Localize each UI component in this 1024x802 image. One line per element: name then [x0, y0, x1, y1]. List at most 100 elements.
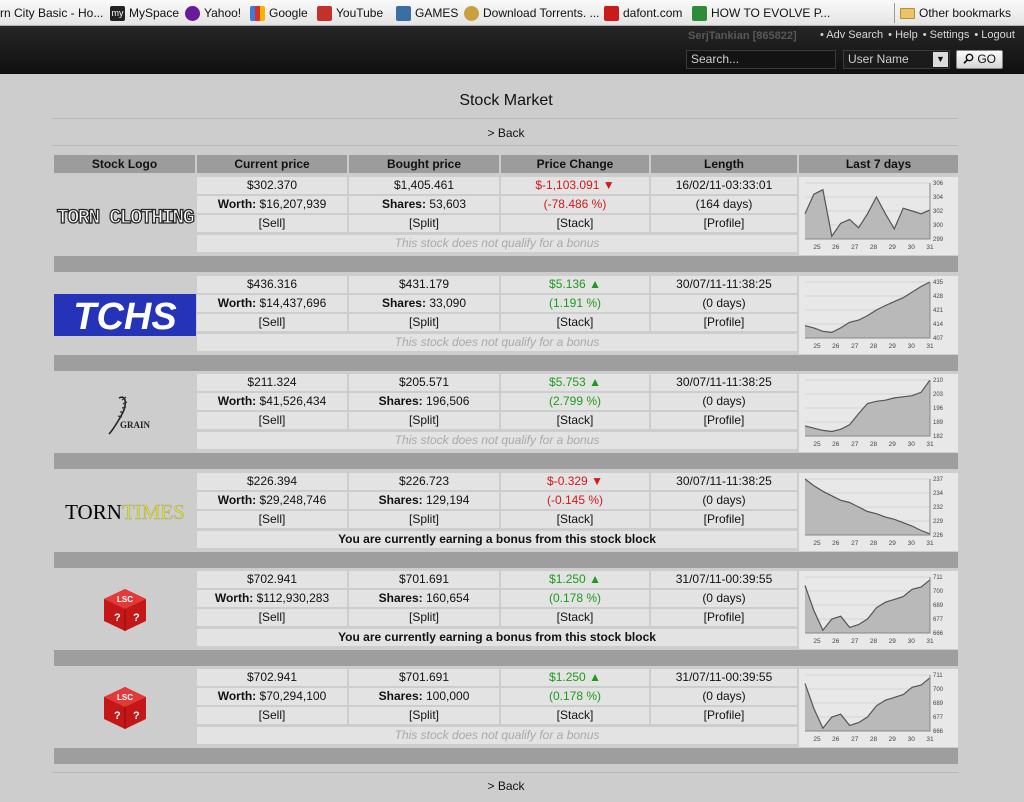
split-link[interactable]: [Split]: [349, 609, 499, 626]
other-bookmarks[interactable]: Other bookmarks: [900, 4, 1011, 22]
back-link[interactable]: > Back: [54, 126, 958, 140]
sparkline-area: [805, 677, 930, 731]
length-days: (0 days): [651, 492, 797, 509]
bonus-status: You are currently earning a bonus from t…: [197, 531, 797, 548]
split-link[interactable]: [Split]: [349, 511, 499, 528]
price-change-percent: (0.178 %): [548, 591, 602, 605]
back-link-bottom[interactable]: > Back: [54, 779, 958, 793]
stock-block: TORN CLOTHING $302.370 Worth: $16,207,93…: [54, 177, 958, 255]
adv-search-link[interactable]: • Adv Search: [820, 29, 883, 41]
shares: Shares: 196,506: [349, 393, 499, 410]
profile-link[interactable]: [Profile]: [651, 511, 797, 528]
bookmark-youtube[interactable]: YouTube: [317, 4, 383, 22]
stack-link[interactable]: [Stack]: [501, 609, 649, 626]
bookmark-myspace[interactable]: my MySpace: [110, 4, 179, 22]
split-link[interactable]: [Split]: [349, 314, 499, 331]
y-tick-label: 666: [933, 631, 944, 637]
sell-link[interactable]: [Sell]: [197, 707, 347, 724]
x-tick-label: 31: [926, 244, 934, 251]
profile-link[interactable]: [Profile]: [651, 314, 797, 331]
x-tick-label: 30: [908, 244, 916, 251]
sell-label: [Sell]: [258, 315, 286, 329]
arrow-down-icon: ▼: [599, 178, 615, 192]
other-bookmarks-label: Other bookmarks: [919, 5, 1012, 20]
arrow-up-icon: ▲: [585, 277, 601, 291]
current-price-value: $302.370: [246, 178, 298, 192]
bookmark-games[interactable]: GAMES: [396, 4, 458, 22]
bought-price: $431.179: [349, 276, 499, 293]
stock-block: LSC?? $702.941 Worth: $112,930,283 [Sell…: [54, 571, 958, 649]
username-label: SerjTankian [865822]: [688, 30, 797, 42]
bookmark-evolve[interactable]: HOW TO EVOLVE P...: [692, 4, 830, 22]
profile-link[interactable]: [Profile]: [651, 707, 797, 724]
split-link[interactable]: [Split]: [349, 412, 499, 429]
logo-text: LSC: [117, 693, 133, 702]
sell-link[interactable]: [Sell]: [197, 314, 347, 331]
stack-link[interactable]: [Stack]: [501, 511, 649, 528]
bought-date-value: 31/07/11-00:39:55: [675, 572, 773, 586]
arrow-up-icon: ▲: [585, 670, 601, 684]
page-title: Stock Market: [459, 92, 553, 109]
bookmark-yahoo[interactable]: Yahoo!: [185, 4, 241, 22]
arrow-up-icon: ▲: [585, 572, 601, 586]
stack-link[interactable]: [Stack]: [501, 707, 649, 724]
settings-link[interactable]: • Settings: [923, 29, 970, 41]
sell-link[interactable]: [Sell]: [197, 412, 347, 429]
x-tick-label: 26: [832, 638, 840, 645]
sparkline-chart: 25 26 27 28 29 30 31 210 203 196 189 182: [799, 374, 958, 452]
split-link[interactable]: [Split]: [349, 215, 499, 232]
x-tick-label: 26: [832, 736, 840, 743]
x-tick-label: 28: [870, 244, 878, 251]
help-link[interactable]: • Help: [888, 29, 918, 41]
yahoo-icon: [185, 5, 200, 21]
bookmark-torn[interactable]: rn City Basic - Ho...: [0, 4, 103, 22]
worth: Worth: $112,930,283: [197, 590, 347, 607]
profile-link[interactable]: [Profile]: [651, 412, 797, 429]
sell-link[interactable]: [Sell]: [197, 609, 347, 626]
logout-link[interactable]: • Logout: [974, 29, 1015, 41]
y-tick-label: 210: [933, 378, 944, 384]
bookmark-separator: [894, 3, 895, 23]
y-tick-label: 234: [933, 491, 944, 497]
sell-link[interactable]: [Sell]: [197, 511, 347, 528]
days-value: (0 days): [702, 296, 746, 310]
shares-value: 196,506: [425, 394, 470, 408]
go-button[interactable]: GO: [956, 50, 1003, 69]
table-header: Stock Logo Current price Bought price Pr…: [54, 155, 958, 173]
sparkline-area: [805, 579, 930, 633]
y-tick-label: 677: [933, 715, 944, 721]
split-link[interactable]: [Split]: [349, 707, 499, 724]
svg-text:?: ?: [133, 612, 140, 624]
torrent-icon: [464, 5, 479, 21]
x-tick-label: 25: [813, 441, 821, 448]
sparkline-chart: 25 26 27 28 29 30 31 306 304 302 300 299: [799, 177, 958, 255]
bonus-status: This stock does not qualify for a bonus: [197, 334, 797, 351]
bookmark-label: dafont.com: [623, 5, 683, 20]
split-label: [Split]: [408, 216, 439, 230]
bookmark-label: Download Torrents. ...: [483, 5, 600, 20]
logo-text: TORN CLOTHING: [57, 207, 195, 230]
bookmark-google[interactable]: Google: [250, 4, 308, 22]
divider: [52, 145, 958, 146]
x-tick-label: 29: [889, 343, 897, 350]
bookmark-torrents[interactable]: Download Torrents. ...: [464, 4, 600, 22]
y-tick-label: 700: [933, 589, 944, 595]
profile-link[interactable]: [Profile]: [651, 215, 797, 232]
bought-price-value: $701.691: [398, 572, 450, 586]
search-type-select[interactable]: User Name ▼: [843, 50, 950, 69]
shares: Shares: 53,603: [349, 196, 499, 213]
col-stock-logo: Stock Logo: [54, 155, 195, 173]
sell-link[interactable]: [Sell]: [197, 215, 347, 232]
stack-link[interactable]: [Stack]: [501, 215, 649, 232]
current-price-value: $226.394: [246, 474, 298, 488]
x-tick-label: 26: [832, 540, 840, 547]
bookmark-dafont[interactable]: dafont.com: [604, 4, 682, 22]
sparkline-svg: 25 26 27 28 29 30 31 711 700 689 677 666: [804, 575, 944, 645]
bought-price: $226.723: [349, 473, 499, 490]
search-input[interactable]: Search...: [686, 50, 836, 69]
price-change-value: $-1,103.091: [535, 178, 600, 192]
stack-link[interactable]: [Stack]: [501, 314, 649, 331]
profile-link[interactable]: [Profile]: [651, 609, 797, 626]
stack-link[interactable]: [Stack]: [501, 412, 649, 429]
y-tick-label: 182: [933, 434, 944, 440]
